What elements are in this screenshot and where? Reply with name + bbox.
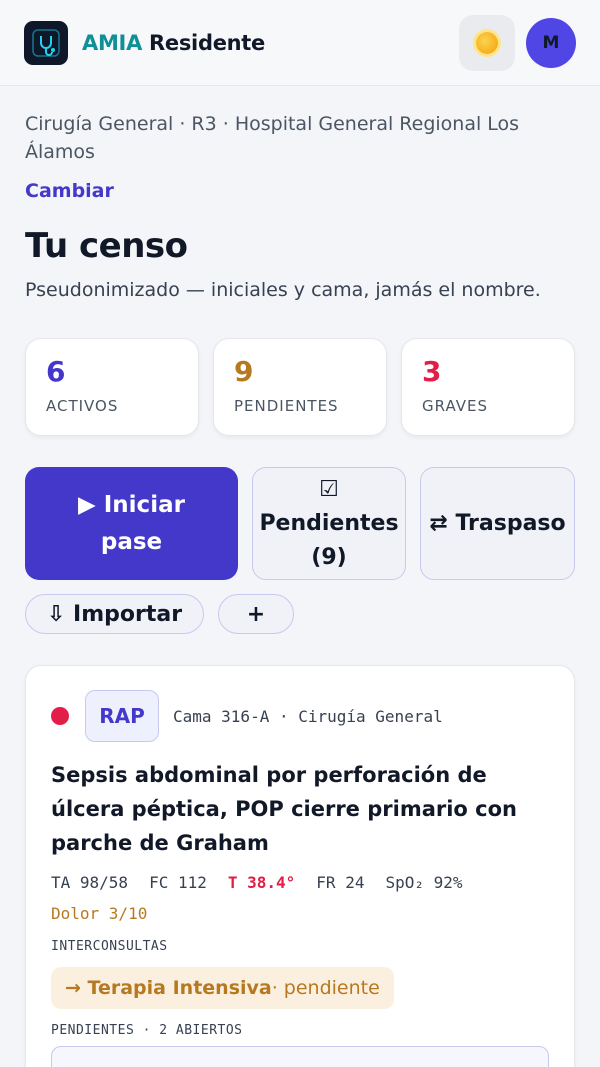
patient-card-header: RAP Cama 316-A · Cirugía General	[51, 690, 549, 742]
stat-card-severe[interactable]: 3 GRAVES	[401, 338, 575, 436]
stat-severe-label: GRAVES	[422, 397, 488, 415]
patient-initials: RAP	[85, 690, 159, 742]
stat-card-active[interactable]: 6 ACTIVOS	[25, 338, 199, 436]
checkbox-icon: ☑	[319, 476, 339, 502]
brand-rest: Residente	[149, 30, 265, 55]
handoff-button[interactable]: ⇄ Traspaso	[420, 467, 575, 580]
patient-card[interactable]: RAP Cama 316-A · Cirugía General Sepsis …	[25, 665, 575, 1067]
page-title: Tu censo	[25, 226, 188, 266]
pending-button-label: Pendientes	[259, 510, 399, 536]
stethoscope-icon[interactable]	[24, 20, 68, 65]
pending-header: PENDIENTES · 2 ABIERTOS	[51, 1023, 243, 1038]
consult-service: → Terapia Intensiva	[65, 977, 272, 999]
vital-ta: TA 98/58	[51, 873, 129, 892]
action-buttons: ▶ Iniciar pase ☑ Pendientes (9) ⇄ Traspa…	[25, 467, 575, 580]
sun-icon	[476, 31, 498, 54]
change-context-link[interactable]: Cambiar	[25, 180, 114, 202]
stethoscope-icon-svg	[32, 28, 60, 57]
secondary-actions: ⇩ Importar +	[25, 594, 294, 634]
brand-accent: AMIA	[82, 30, 143, 55]
pending-button[interactable]: ☑ Pendientes (9)	[252, 467, 406, 580]
service-context: Cirugía General · R3 · Hospital General …	[25, 113, 520, 163]
start-round-button[interactable]: ▶ Iniciar pase	[25, 467, 238, 580]
consult-item[interactable]: → Terapia Intensiva · pendiente	[51, 967, 394, 1009]
consult-status: · pendiente	[271, 977, 380, 999]
app-title: AMIA Residente	[82, 31, 265, 55]
vital-temperature: T 38.4°	[227, 873, 296, 892]
add-patient-button[interactable]: +	[218, 594, 294, 634]
vital-spo2: SpO₂ 92%	[385, 873, 463, 892]
pending-button-count: (9)	[311, 544, 347, 570]
stat-pending-label: PENDIENTES	[234, 397, 339, 415]
consults-header: INTERCONSULTAS	[51, 939, 168, 954]
top-bar: AMIA Residente M	[0, 0, 600, 86]
stats-row: 6 ACTIVOS 9 PENDIENTES 3 GRAVES	[25, 338, 575, 436]
patient-diagnosis: Sepsis abdominal por perforación de úlce…	[51, 763, 517, 855]
patient-location: Cama 316-A · Cirugía General	[173, 706, 443, 726]
page-subtitle: Pseudonimizado — iniciales y cama, jamás…	[25, 279, 541, 301]
theme-toggle-button[interactable]	[459, 14, 515, 71]
severity-indicator	[51, 707, 69, 725]
pending-item[interactable]	[51, 1046, 549, 1067]
stat-active-label: ACTIVOS	[46, 397, 119, 415]
avatar[interactable]: M	[526, 17, 576, 68]
stat-active-value: 6	[46, 355, 66, 388]
vital-pain: Dolor 3/10	[51, 904, 148, 923]
stat-card-pending[interactable]: 9 PENDIENTES	[213, 338, 387, 436]
vital-fc: FC 112	[149, 873, 207, 892]
stat-severe-value: 3	[422, 355, 442, 388]
stat-pending-value: 9	[234, 355, 254, 388]
vital-fr: FR 24	[316, 873, 365, 892]
import-button[interactable]: ⇩ Importar	[25, 594, 204, 634]
vitals-row: TA 98/58 FC 112 T 38.4° FR 24 SpO₂ 92% D…	[51, 872, 549, 925]
